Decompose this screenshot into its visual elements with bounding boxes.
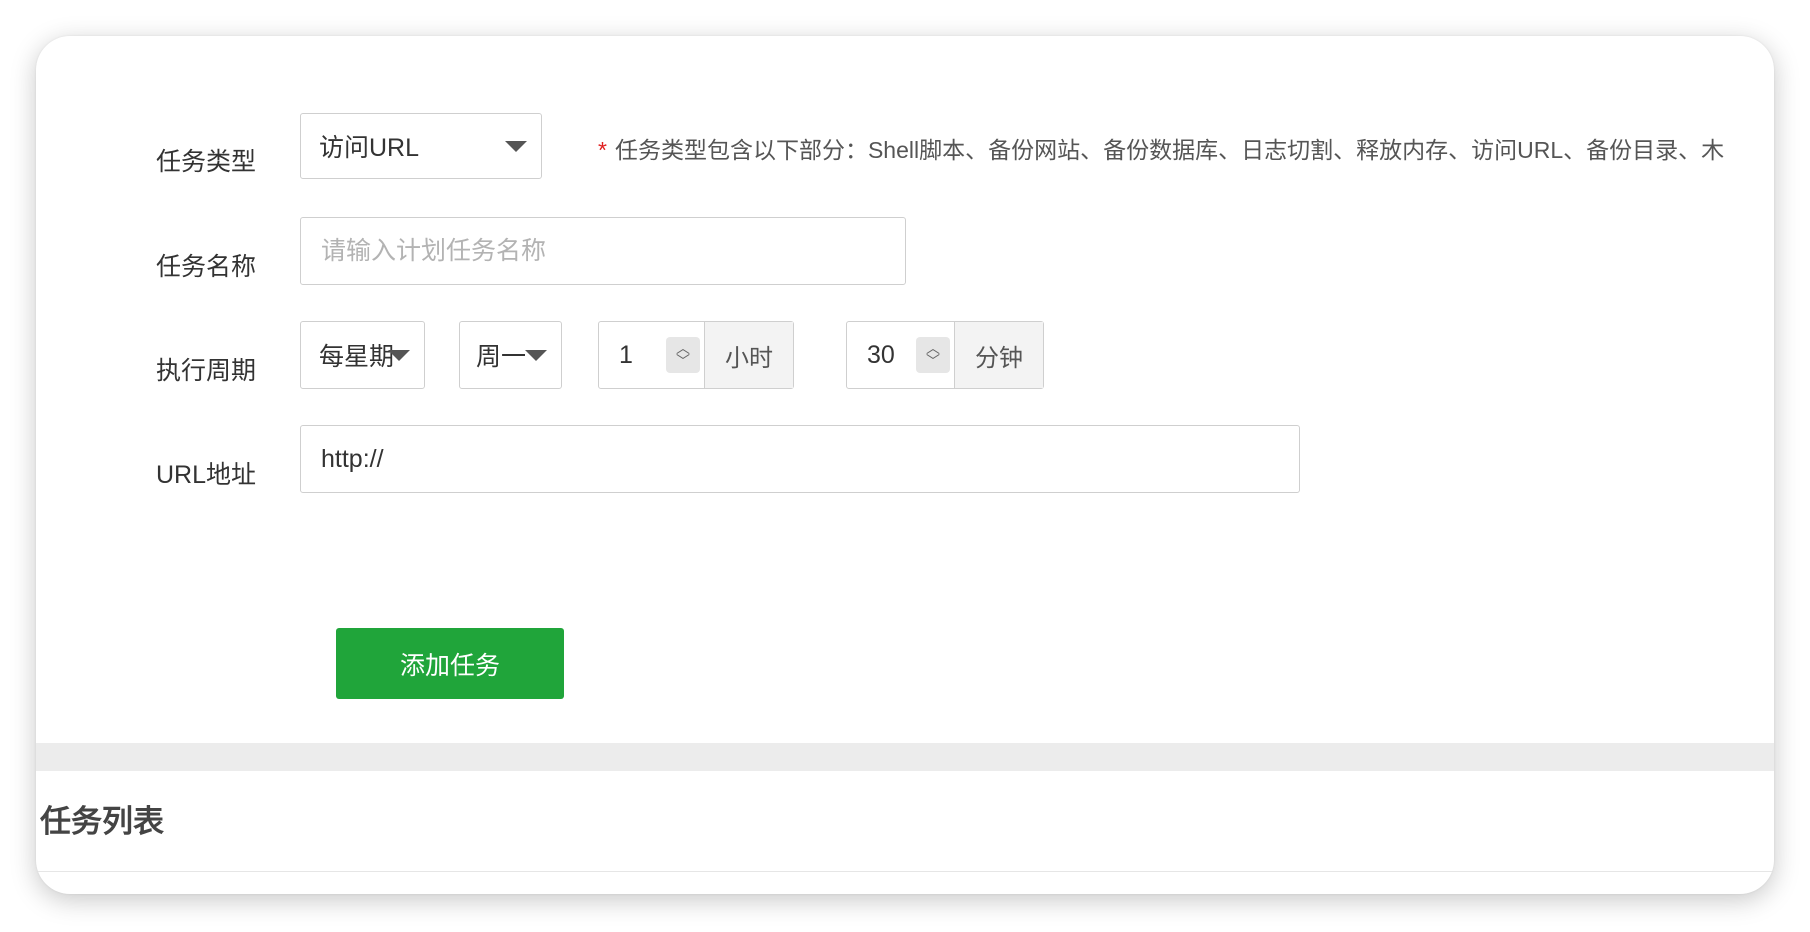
minute-input-group: 30 ︿ ﹀ 分钟 [846,321,1044,389]
task-type-select[interactable]: 访问URL [300,113,542,179]
chevron-down-icon: ﹀ [676,353,690,369]
hour-value: 1 [619,340,633,369]
minute-input[interactable]: 30 ︿ ﹀ [847,322,954,388]
minute-value: 30 [867,340,895,369]
caret-down-icon [388,350,410,361]
section-divider-band [36,743,1774,771]
weekday-value: 周一 [476,343,527,371]
required-star: * [598,137,607,163]
task-type-value: 访问URL [319,134,420,162]
task-name-label: 任务名称 [156,253,257,281]
hour-unit: 小时 [704,322,793,388]
task-form-card: 任务类型 访问URL * 任务类型包含以下部分：Shell脚本、备份网站、备份数据… [36,36,1774,894]
url-label: URL地址 [156,461,257,489]
url-input[interactable] [300,425,1300,493]
hour-input-group: 1 ︿ ﹀ 小时 [598,321,794,389]
task-type-hint-text: 任务类型包含以下部分：Shell脚本、备份网站、备份数据库、日志切割、释放内存、… [614,137,1725,163]
caret-down-icon [505,141,527,152]
spinner-updown-icon[interactable]: ︿ ﹀ [666,337,700,373]
chevron-down-icon: ﹀ [926,353,940,369]
add-task-button[interactable]: 添加任务 [336,628,564,699]
period-select[interactable]: 每星期 [300,321,425,389]
weekday-select[interactable]: 周一 [459,321,562,389]
minute-unit: 分钟 [954,322,1043,388]
hour-input[interactable]: 1 ︿ ﹀ [599,322,704,388]
task-list-title: 任务列表 [40,804,164,839]
task-type-hint: * 任务类型包含以下部分：Shell脚本、备份网站、备份数据库、日志切割、释放内存… [598,133,1724,167]
schedule-label: 执行周期 [156,357,257,385]
period-value: 每星期 [319,343,395,371]
task-list-divider [36,871,1774,872]
task-type-label: 任务类型 [156,148,257,176]
spinner-updown-icon[interactable]: ︿ ﹀ [916,337,950,373]
caret-down-icon [525,350,547,361]
task-name-input[interactable] [300,217,906,285]
